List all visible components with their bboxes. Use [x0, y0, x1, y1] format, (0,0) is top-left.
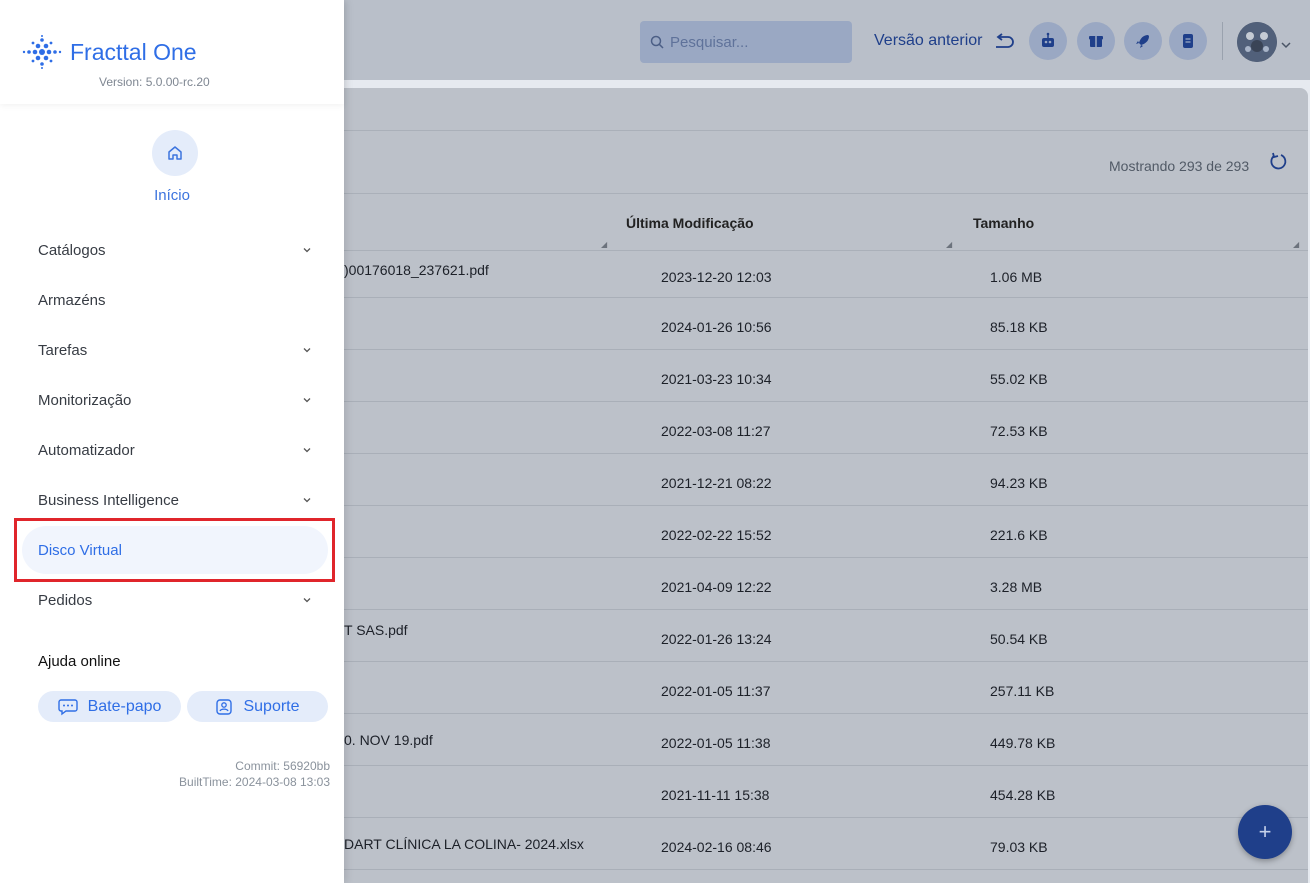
undo-icon	[995, 33, 1014, 48]
column-header-modified[interactable]: Última Modificação	[626, 215, 754, 231]
brand-name: Fracttal One	[70, 39, 197, 65]
chevron-down-icon	[303, 348, 311, 353]
file-size: 85.18 KB	[990, 319, 1048, 335]
help-title: Ajuda online	[38, 653, 121, 670]
sidebar-item-label: Tarefas	[38, 341, 88, 359]
chevron-down-icon	[303, 498, 311, 503]
chat-button-label: Bate-papo	[87, 697, 162, 715]
file-size: 55.02 KB	[990, 371, 1048, 387]
file-date: 2021-12-21 08:22	[661, 475, 772, 491]
refresh-button[interactable]	[1268, 152, 1288, 177]
file-date: 2021-04-09 12:22	[661, 579, 772, 595]
rocket-button[interactable]	[1124, 22, 1162, 60]
file-size: 454.28 KB	[990, 787, 1056, 803]
document-button[interactable]	[1169, 22, 1207, 60]
robot-button[interactable]	[1029, 22, 1067, 60]
chevron-down-icon[interactable]	[1281, 36, 1291, 54]
sidebar-item-label: Catálogos	[38, 241, 106, 259]
brand-header: Fracttal One Version: 5.0.00-rc.20	[0, 0, 344, 104]
file-size: 79.03 KB	[990, 839, 1048, 855]
fracttal-logo-icon	[22, 35, 62, 69]
sidebar-item-armazens[interactable]: Armazéns	[22, 276, 328, 324]
file-name: )00176018_237621.pdf	[344, 262, 489, 278]
search-box[interactable]	[640, 21, 852, 63]
build-time-label: BuiltTime: 2024-03-08 13:03	[179, 775, 330, 789]
header-divider	[1222, 22, 1223, 60]
sidebar-item-automatizador[interactable]: Automatizador	[22, 426, 328, 474]
file-name: DART CLÍNICA LA COLINA- 2024.xlsx	[344, 836, 584, 852]
file-date: 2022-03-08 11:27	[661, 423, 771, 439]
gift-button[interactable]	[1077, 22, 1115, 60]
search-icon	[650, 35, 664, 49]
sidebar-item-label: Monitorização	[38, 391, 132, 409]
result-count: Mostrando 293 de 293	[1109, 158, 1250, 174]
commit-label: Commit: 56920bb	[235, 759, 330, 773]
chat-button[interactable]: Bate-papo	[38, 691, 181, 722]
file-name: T SAS.pdf	[344, 622, 408, 638]
file-date: 2021-03-23 10:34	[661, 371, 772, 387]
gift-icon	[1089, 36, 1103, 47]
column-header-size[interactable]: Tamanho	[973, 215, 1034, 231]
file-date: 2022-01-26 13:24	[661, 631, 772, 647]
file-date: 2024-02-16 08:46	[661, 839, 772, 855]
home-button[interactable]	[152, 130, 198, 176]
file-size: 257.11 KB	[990, 683, 1055, 699]
chevron-down-icon	[303, 598, 311, 603]
support-button[interactable]: Suporte	[187, 691, 328, 722]
file-size: 3.28 MB	[990, 579, 1043, 595]
file-date: 2022-01-05 11:37	[661, 683, 771, 699]
sidebar-item-catalogos[interactable]: Catálogos	[22, 226, 328, 274]
search-input[interactable]	[670, 33, 840, 51]
chevron-down-icon	[303, 448, 311, 453]
chevron-down-icon	[303, 398, 311, 403]
chevron-down-icon	[303, 248, 311, 253]
sidebar-item-label: Pedidos	[38, 591, 93, 609]
file-size: 221.6 KB	[990, 527, 1048, 543]
sidebar-item-label: Business Intelligence	[38, 491, 179, 509]
file-size: 72.53 KB	[990, 423, 1048, 439]
home-icon	[168, 146, 182, 160]
file-size: 50.54 KB	[990, 631, 1048, 647]
file-date: 2021-11-11 15:38	[661, 787, 770, 803]
build-info: Commit: 56920bb BuiltTime: 2024-03-08 13…	[179, 758, 330, 790]
sidebar-item-pedidos[interactable]: Pedidos	[22, 576, 328, 624]
sidebar-item-business-intelligence[interactable]: Business Intelligence	[22, 476, 328, 524]
file-date: 2024-01-26 10:56	[661, 319, 772, 335]
sidebar-item-monitorizacao[interactable]: Monitorização	[22, 376, 328, 424]
version-label: Version: 5.0.00-rc.20	[99, 75, 210, 89]
sidebar: Fracttal One Version: 5.0.00-rc.20 Iníci…	[0, 0, 344, 883]
file-size: 94.23 KB	[990, 475, 1048, 491]
file-name: 0. NOV 19.pdf	[344, 732, 433, 748]
avatar[interactable]	[1237, 22, 1277, 62]
sidebar-item-tarefas[interactable]: Tarefas	[22, 326, 328, 374]
previous-version-label: Versão anterior	[874, 32, 983, 49]
rocket-icon	[1136, 35, 1149, 48]
file-date: 2022-01-05 11:38	[661, 735, 771, 751]
file-date: 2023-12-20 12:03	[661, 269, 772, 285]
previous-version-link[interactable]: Versão anterior	[874, 32, 1015, 50]
file-size: 449.78 KB	[990, 735, 1056, 751]
document-icon	[1183, 34, 1193, 48]
support-button-label: Suporte	[243, 697, 300, 715]
file-date: 2022-02-22 15:52	[661, 527, 772, 543]
sidebar-item-label: Armazéns	[38, 291, 106, 309]
sidebar-item-label: Automatizador	[38, 441, 135, 459]
refresh-icon	[1270, 152, 1287, 170]
robot-icon	[1042, 32, 1054, 47]
highlight-box	[14, 518, 335, 582]
home-label[interactable]: Início	[0, 187, 344, 204]
file-size: 1.06 MB	[990, 269, 1043, 285]
support-icon	[216, 698, 233, 715]
chat-icon	[57, 698, 78, 715]
add-file-button[interactable]: +	[1238, 805, 1292, 859]
